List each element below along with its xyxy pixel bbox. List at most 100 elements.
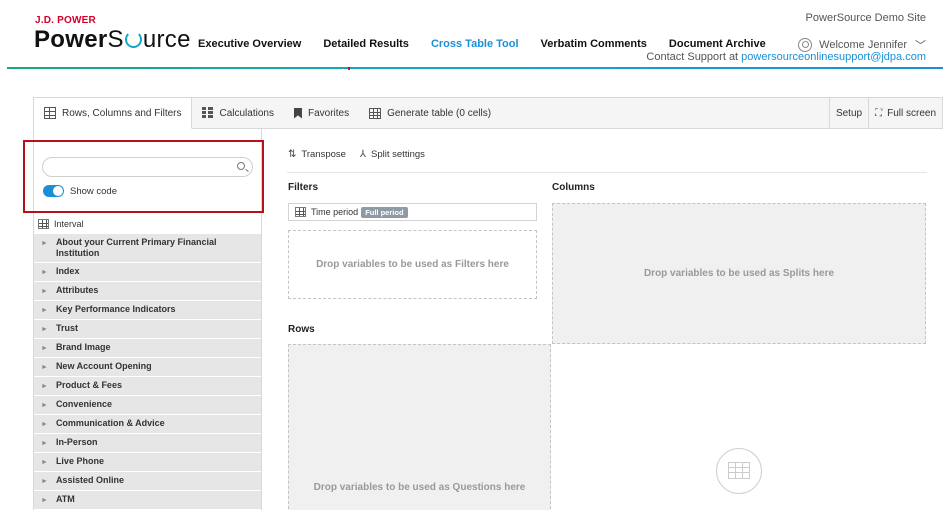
columns-drop-text: Drop variables to be used as Splits here <box>643 268 835 279</box>
split-icon: ⅄ <box>359 149 367 160</box>
list-item-label: Trust <box>55 323 78 333</box>
time-period-filter[interactable]: Time period Full period <box>288 203 537 221</box>
list-item[interactable]: ► ATM <box>34 491 261 510</box>
search-icon <box>237 162 245 170</box>
list-item[interactable]: ► In-Person <box>34 434 261 453</box>
expand-caret-icon: ► <box>41 345 48 352</box>
filters-heading: Filters <box>288 182 319 193</box>
list-item[interactable]: ► Live Phone <box>34 453 261 472</box>
calendar-icon <box>295 207 306 217</box>
list-item[interactable]: ► Index <box>34 263 261 282</box>
tab-generate-table[interactable]: Generate table (0 cells) <box>359 98 501 128</box>
expand-caret-icon: ► <box>41 288 48 295</box>
main-nav: Executive Overview Detailed Results Cros… <box>198 38 788 50</box>
calendar-icon <box>38 219 49 229</box>
tab-label: Calculations <box>219 107 274 119</box>
app-header: J.D. POWER PowerS urce Executive Overview… <box>0 0 950 70</box>
fullscreen-label: Full screen <box>887 107 936 119</box>
time-period-label: Time period <box>311 207 359 217</box>
expand-caret-icon: ► <box>41 240 48 247</box>
list-item[interactable]: ► About your Current Primary Financial In… <box>34 234 261 263</box>
split-settings-button[interactable]: ⅄ Split settings <box>360 149 425 160</box>
fullscreen-button[interactable]: ⛶ Full screen <box>868 98 942 128</box>
transpose-button[interactable]: ⇅ Transpose <box>288 149 346 160</box>
expand-caret-icon: ► <box>41 497 48 504</box>
list-item-label: Convenience <box>55 399 112 409</box>
list-item-label: Live Phone <box>55 456 104 466</box>
list-item-label: Index <box>55 266 80 276</box>
nav-detailed-results[interactable]: Detailed Results <box>323 38 409 50</box>
list-item[interactable]: ► Convenience <box>34 396 261 415</box>
support-line: Contact Support at powersourceonlinesupp… <box>646 51 926 63</box>
table-actions: ⇅ Transpose ⅄ Split settings <box>288 149 439 160</box>
rows-drop-zone[interactable]: Drop variables to be used as Questions h… <box>288 344 551 510</box>
list-item[interactable]: ► Assisted Online <box>34 472 261 491</box>
expand-caret-icon: ► <box>41 478 48 485</box>
setup-button[interactable]: Setup <box>828 98 868 128</box>
table-preview-placeholder <box>716 448 762 494</box>
list-item[interactable]: ► Product & Fees <box>34 377 261 396</box>
tab-favorites[interactable]: Favorites <box>284 98 359 128</box>
expand-icon: ⛶ <box>875 107 883 119</box>
product-logo-s: S <box>107 26 124 53</box>
show-code-toggle[interactable] <box>43 185 64 197</box>
user-avatar-icon <box>798 38 813 52</box>
tab-calculations[interactable]: Calculations <box>192 98 283 128</box>
list-item-label: Communication & Advice <box>55 418 165 428</box>
show-code-toggle-row: Show code <box>43 185 117 197</box>
interval-label: Interval <box>54 219 84 229</box>
tool-tabs: Rows, Columns and Filters Calculations F… <box>33 97 943 129</box>
expand-caret-icon: ► <box>41 459 48 466</box>
table-icon <box>369 107 382 119</box>
list-item-label: Product & Fees <box>55 380 122 390</box>
nav-verbatim-comments[interactable]: Verbatim Comments <box>541 38 647 50</box>
nav-document-archive[interactable]: Document Archive <box>669 38 766 50</box>
list-item-label: ATM <box>55 494 75 504</box>
expand-caret-icon: ► <box>41 326 48 333</box>
list-item-label: Assisted Online <box>55 475 124 485</box>
tab-label: Favorites <box>307 107 350 119</box>
list-item-label: Attributes <box>55 285 99 295</box>
tab-rows-columns-filters[interactable]: Rows, Columns and Filters <box>34 98 193 129</box>
calculator-icon <box>202 107 214 119</box>
rows-heading: Rows <box>288 324 315 335</box>
grid-icon <box>44 107 56 119</box>
list-item-label: New Account Opening <box>55 361 152 371</box>
tab-label: Generate table (0 cells) <box>387 107 492 119</box>
table-icon <box>728 462 750 479</box>
list-item-label: In-Person <box>55 437 98 447</box>
nav-cross-table-tool[interactable]: Cross Table Tool <box>431 38 519 50</box>
interval-variable[interactable]: Interval <box>38 219 84 229</box>
expand-caret-icon: ► <box>41 402 48 409</box>
list-item[interactable]: ► Trust <box>34 320 261 339</box>
list-item[interactable]: ► Communication & Advice <box>34 415 261 434</box>
filters-drop-zone[interactable]: Drop variables to be used as Filters her… <box>288 230 537 299</box>
filters-drop-text: Drop variables to be used as Filters her… <box>316 259 509 270</box>
list-item-label: Brand Image <box>55 342 111 352</box>
main-divider <box>287 172 927 173</box>
product-logo[interactable]: PowerS urce <box>34 26 191 54</box>
columns-drop-zone[interactable]: Drop variables to be used as Splits here <box>552 203 926 344</box>
expand-caret-icon: ► <box>41 307 48 314</box>
expand-caret-icon: ► <box>41 383 48 390</box>
list-item[interactable]: ► Key Performance Indicators <box>34 301 261 320</box>
nav-executive-overview[interactable]: Executive Overview <box>198 38 301 50</box>
product-logo-bold: Power <box>34 26 108 53</box>
split-settings-label: Split settings <box>371 149 425 160</box>
list-item-label: About your Current Primary Financial Ins… <box>55 237 217 258</box>
list-item[interactable]: ► New Account Opening <box>34 358 261 377</box>
status-badge: Full period <box>361 206 408 218</box>
variable-search-input[interactable] <box>42 157 253 177</box>
list-item[interactable]: ► Attributes <box>34 282 261 301</box>
show-code-label: Show code <box>70 185 118 197</box>
transpose-label: Transpose <box>301 149 346 160</box>
product-logo-rest: urce <box>142 26 191 53</box>
logo-ring-icon <box>124 31 142 48</box>
tab-label: Rows, Columns and Filters <box>62 107 182 119</box>
list-item[interactable]: ► Brand Image <box>34 339 261 358</box>
expand-caret-icon: ► <box>41 421 48 428</box>
rows-drop-text: Drop variables to be used as Questions h… <box>313 482 526 493</box>
support-email-link[interactable]: powersourceonlinesupport@jdpa.com <box>741 51 926 63</box>
welcome-text: Welcome Jennifer <box>819 39 907 51</box>
